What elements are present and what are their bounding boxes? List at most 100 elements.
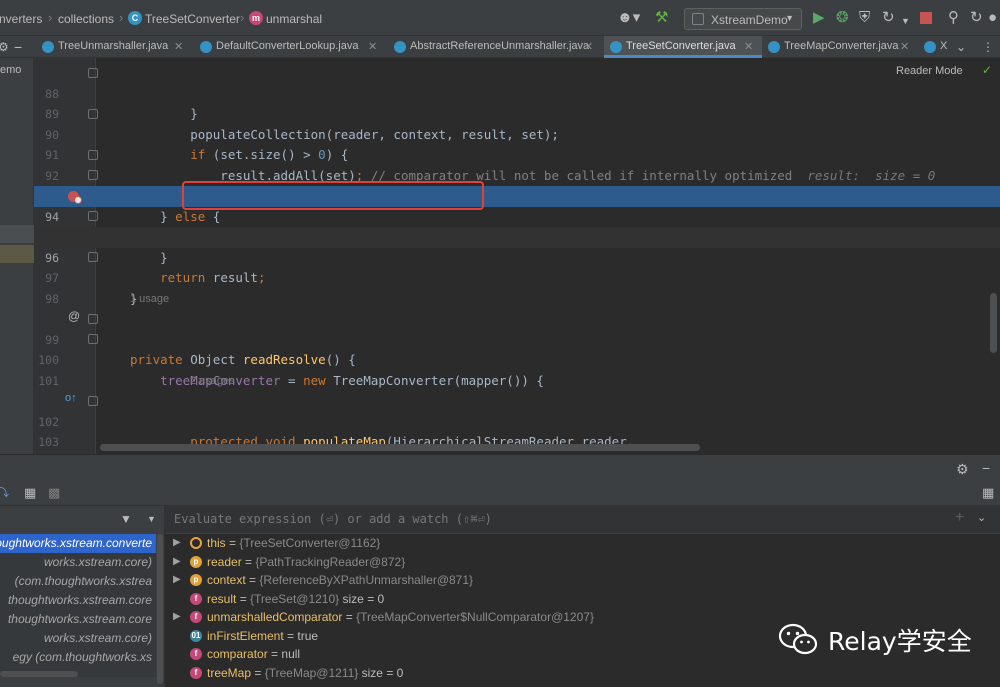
close-icon[interactable]: ✕: [900, 40, 909, 53]
chevron-down-icon[interactable]: ▼: [147, 514, 156, 524]
code-line-95[interactable]: 95 }: [34, 207, 1000, 265]
table-view-icon[interactable]: ▦: [24, 484, 36, 502]
expand-arrow-icon[interactable]: ▶: [173, 553, 181, 572]
close-icon[interactable]: ✕: [744, 40, 753, 53]
tab-tree-map-converter[interactable]: TreeMapConverter.java ✕: [762, 36, 918, 58]
debug-icon[interactable]: ❂: [836, 9, 849, 27]
code-line-98[interactable]: 98: [34, 268, 1000, 306]
filter-icon[interactable]: ▼: [120, 512, 132, 526]
search-icon[interactable]: ⚲: [948, 9, 959, 27]
fold-marker-icon[interactable]: [88, 170, 98, 180]
variable-row-context[interactable]: ▶ p context = {ReferenceByXPathUnmarshal…: [165, 571, 1000, 590]
project-row-highlighted[interactable]: [0, 245, 34, 263]
code-line-97[interactable]: 97 }: [34, 248, 1000, 306]
code-line-103[interactable]: 103 UnmarshallingContext context, Map ma…: [34, 412, 1000, 449]
close-icon[interactable]: ✕: [368, 40, 377, 53]
code-line-101[interactable]: 101: [34, 350, 1000, 388]
close-icon[interactable]: ✕: [584, 40, 593, 53]
code-editor[interactable]: Reader Mode ✓ 88 } 89 populateCollection…: [34, 58, 1000, 454]
frames-vertical-scrollbar[interactable]: [157, 534, 163, 684]
variable-row-this[interactable]: ▶ this = {TreeSetConverter@1162}: [165, 534, 1000, 553]
variable-row-tree-map[interactable]: f treeMap = {TreeMap@1211} size = 0: [165, 664, 1000, 683]
breadcrumb-separator: ›: [240, 10, 245, 25]
project-row-selected[interactable]: [0, 225, 34, 243]
code-line-88[interactable]: 88 }: [34, 63, 1000, 122]
parameter-icon: p: [190, 555, 202, 568]
fold-marker-icon[interactable]: [88, 396, 98, 406]
frame-item[interactable]: thoughtworks.xstream.core: [0, 591, 156, 610]
frame-item-selected[interactable]: thoughtworks.xstream.converte: [0, 534, 156, 553]
more-run-options-icon[interactable]: ▼: [901, 12, 910, 30]
evaluate-expression-field[interactable]: Evaluate expression (⏎) or add a watch (…: [165, 506, 1000, 534]
annotation-at-icon: @: [68, 309, 81, 323]
tool-window-icon[interactable]: ⚙: [0, 38, 9, 56]
frame-item[interactable]: works.xstream.core): [0, 629, 156, 648]
override-arrow-icon[interactable]: o↑: [65, 392, 77, 404]
profile-icon[interactable]: ↻: [882, 9, 895, 27]
step-over-icon[interactable]: ⤵: [0, 484, 9, 502]
project-name-fragment[interactable]: emo: [0, 64, 21, 76]
fold-marker-icon[interactable]: [88, 314, 98, 324]
breadcrumb-item-class[interactable]: TreeSetConverter: [145, 12, 240, 26]
expand-arrow-icon[interactable]: ▶: [173, 608, 181, 627]
frame-item[interactable]: thoughtworks.xstream.core: [0, 610, 156, 629]
tab-tree-unmarshaller[interactable]: TreeUnmarshaller.java ✕: [36, 36, 194, 58]
usage-hint[interactable]: 2 usages: [190, 375, 235, 387]
build-hammer-icon[interactable]: ⚒: [655, 9, 668, 27]
frames-horizontal-scrollbar[interactable]: [0, 671, 78, 677]
tab-abstract-reference-unmarshaller[interactable]: AbstractReferenceUnmarshaller.java ✕: [388, 36, 604, 58]
notifications-icon[interactable]: ●: [988, 9, 997, 27]
code-line-91[interactable]: 91 result.addAll(set); // comparator wil…: [34, 125, 1000, 183]
breadcrumb-item-converters[interactable]: nverters: [0, 12, 42, 26]
code-line-100[interactable]: 100 treeMapConverter = new TreeMapConver…: [34, 330, 1000, 388]
minimize-icon[interactable]: −: [14, 38, 22, 56]
run-configuration-select[interactable]: XstreamDemo ▼: [684, 8, 802, 30]
code-line-92[interactable]: 92 }: [34, 145, 1000, 204]
chevron-down-icon[interactable]: ⌄: [977, 509, 986, 527]
tab-overflow[interactable]: X: [918, 36, 950, 58]
frame-item[interactable]: works.xstream.core): [0, 553, 156, 572]
code-line-89[interactable]: 89 populateCollection(reader, context, r…: [34, 84, 1000, 142]
more-icon[interactable]: ⋮: [982, 38, 994, 56]
tab-default-converter-lookup[interactable]: DefaultConverterLookup.java ✕: [194, 36, 388, 58]
expand-arrow-icon[interactable]: ▶: [173, 571, 181, 590]
fold-marker-icon[interactable]: [88, 68, 98, 78]
gear-icon[interactable]: ⚙: [956, 460, 969, 478]
fold-marker-icon[interactable]: [88, 109, 98, 119]
vertical-scrollbar[interactable]: [990, 293, 997, 353]
fold-marker-icon[interactable]: [88, 252, 98, 262]
threads-view-icon[interactable]: ▩: [48, 484, 60, 502]
breadcrumb-item-method[interactable]: unmarshal: [266, 12, 322, 26]
code-line-96[interactable]: 96 return result;: [34, 227, 1000, 285]
breadcrumb-item-collections[interactable]: collections: [58, 12, 114, 26]
tab-tree-set-converter[interactable]: TreeSetConverter.java ✕: [604, 36, 762, 58]
horizontal-scrollbar[interactable]: [100, 444, 700, 451]
code-line-102[interactable]: 102 protected void populateMap(Hierarchi…: [34, 391, 1000, 450]
code-line-90[interactable]: 90 if (set.size() > 0) {: [34, 104, 1000, 163]
field-icon: f: [190, 648, 202, 660]
add-watch-icon[interactable]: +: [955, 509, 964, 527]
code-line-99[interactable]: 99 private Object readResolve() {: [34, 309, 1000, 368]
stop-icon[interactable]: [920, 12, 932, 24]
code-line-93[interactable]: 93 } else {: [34, 166, 1000, 224]
update-icon[interactable]: ↻: [970, 9, 983, 27]
watermark-text: Relay学安全: [828, 627, 972, 656]
expand-arrow-icon[interactable]: ▶: [173, 534, 181, 553]
close-icon[interactable]: ✕: [174, 40, 183, 53]
layout-icon[interactable]: ▦: [982, 484, 994, 502]
code-line-94-execution-point[interactable]: 94 treeMapConverter.populateTreeMap(read…: [34, 186, 1000, 244]
frame-item[interactable]: (com.thoughtworks.xstrea: [0, 572, 156, 591]
fold-marker-icon[interactable]: [88, 150, 98, 160]
usage-hint[interactable]: 1 usage: [130, 293, 169, 305]
variable-row-reader[interactable]: ▶ p reader = {PathTrackingReader@872}: [165, 553, 1000, 572]
chevron-down-icon[interactable]: ⌄: [956, 38, 966, 56]
run-icon[interactable]: ▶: [813, 9, 825, 27]
variable-row-result[interactable]: f result = {TreeSet@1210} size = 0: [165, 590, 1000, 609]
fold-marker-icon[interactable]: [88, 211, 98, 221]
coverage-icon[interactable]: ⛨: [859, 9, 870, 27]
user-icon[interactable]: ☻▾: [617, 9, 640, 27]
frame-item[interactable]: egy (com.thoughtworks.xs: [0, 648, 156, 667]
minimize-icon[interactable]: −: [982, 459, 990, 477]
fold-marker-icon[interactable]: [88, 334, 98, 344]
breakpoint-icon[interactable]: [68, 191, 82, 204]
